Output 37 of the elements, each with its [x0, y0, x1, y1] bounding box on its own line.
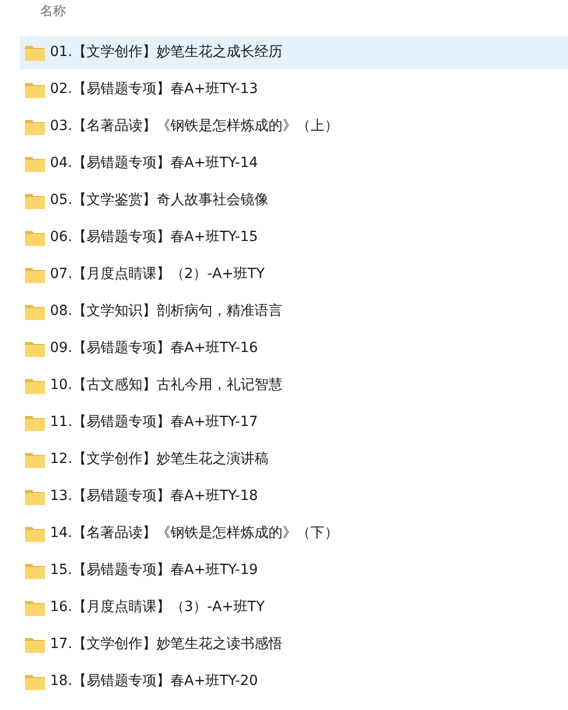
folder-icon: [25, 266, 45, 282]
folder-row[interactable]: 12.【文学创作】妙笔生花之演讲稿: [20, 443, 568, 476]
folder-row[interactable]: 17.【文学创作】妙笔生花之读书感悟: [20, 628, 568, 661]
folder-icon: [25, 118, 45, 134]
folder-row[interactable]: 10.【古文感知】古礼今用，礼记智慧: [20, 369, 568, 402]
folder-row[interactable]: 08.【文学知识】剖析病句，精准语言: [20, 295, 568, 328]
folder-row[interactable]: 05.【文学鉴赏】奇人故事社会镜像: [20, 184, 568, 217]
folder-icon: [25, 488, 45, 504]
folder-icon: [25, 526, 45, 542]
folder-icon: [25, 192, 45, 208]
folder-row[interactable]: 03.【名著品读】《钢铁是怎样炼成的》（上）: [20, 110, 568, 143]
folder-icon: [25, 156, 45, 172]
folder-icon: [25, 230, 45, 246]
folder-row[interactable]: 02.【易错题专项】春A+班TY-13: [20, 73, 568, 106]
folder-icon: [25, 414, 45, 430]
column-header[interactable]: 名称: [40, 2, 66, 22]
folder-icon: [25, 674, 45, 690]
folder-row[interactable]: 18.【易错题专项】春A+班TY-20: [20, 665, 568, 698]
folder-row[interactable]: 14.【名著品读】《钢铁是怎样炼成的》（下）: [20, 517, 568, 550]
folder-row[interactable]: 16.【月度点睛课】（3）-A+班TY: [20, 591, 568, 624]
folder-row[interactable]: 06.【易错题专项】春A+班TY-15: [20, 221, 568, 254]
folder-icon: [25, 304, 45, 320]
folder-row[interactable]: 13.【易错题专项】春A+班TY-18: [20, 480, 568, 513]
folder-row[interactable]: 11.【易错题专项】春A+班TY-17: [20, 406, 568, 439]
folder-row[interactable]: 04.【易错题专项】春A+班TY-14: [20, 147, 568, 180]
folder-icon: [25, 562, 45, 578]
folder-row[interactable]: 01.【文学创作】妙笔生花之成长经历: [20, 36, 568, 69]
folder-icon: [25, 82, 45, 98]
folder-icon: [25, 378, 45, 394]
folder-row[interactable]: 07.【月度点睛课】（2）-A+班TY: [20, 258, 568, 291]
folder-icon: [25, 44, 45, 60]
folder-icon: [25, 452, 45, 468]
folder-icon: [25, 340, 45, 356]
folder-row[interactable]: 15.【易错题专项】春A+班TY-19: [20, 554, 568, 587]
folder-row[interactable]: 09.【易错题专项】春A+班TY-16: [20, 332, 568, 365]
folder-icon: [25, 600, 45, 616]
folder-icon: [25, 636, 45, 652]
